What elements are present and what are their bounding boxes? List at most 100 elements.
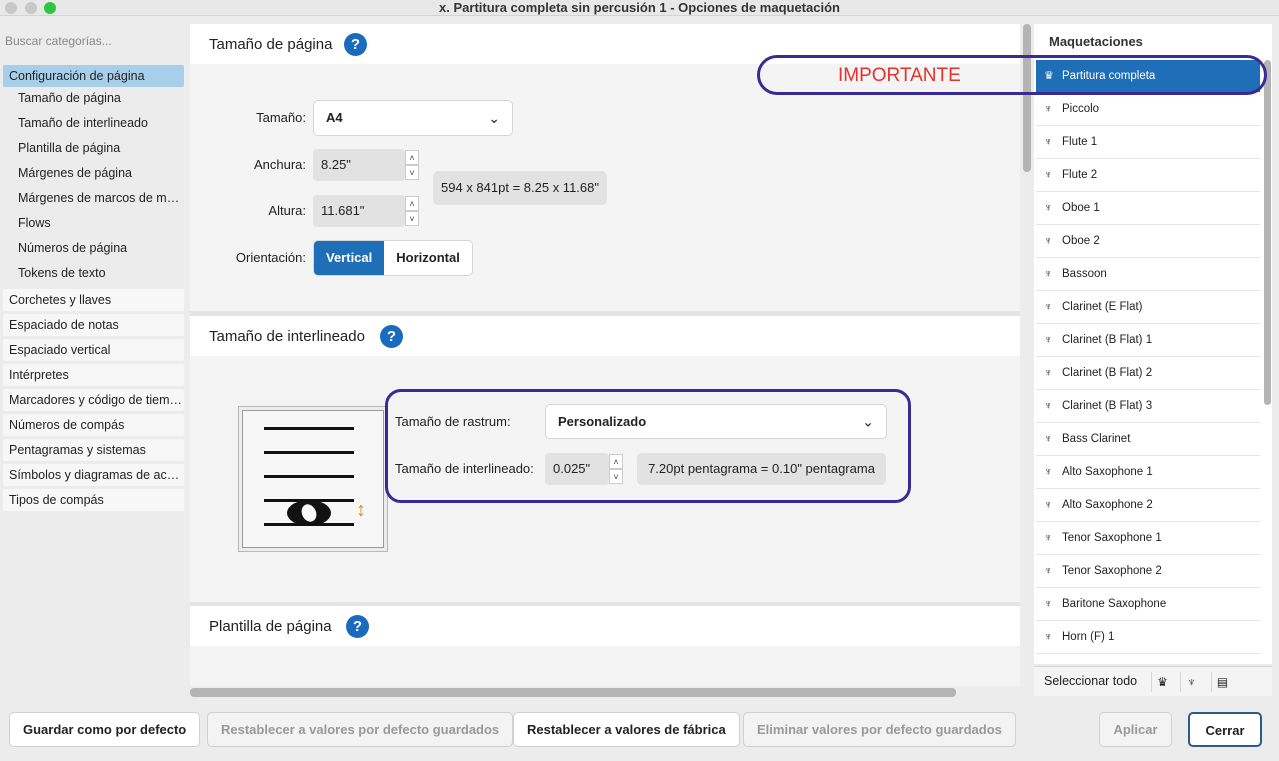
layout-item[interactable]: ♆ Baritone Saxophone [1036,588,1260,621]
page-size-body: Tamaño: A4 ⌄ Anchura: 8.25" ˄ ˅ 594 x 841… [190,64,1020,311]
layouts-panel: Maquetaciones ♛ Partitura completa ♆ Picco… [1034,24,1272,664]
category-marcadores[interactable]: Marcadores y código de tiem… [3,389,184,411]
subcategory-margenes-de-marcos[interactable]: Márgenes de marcos de mú… [18,187,184,209]
title-bar: x. Partitura completa sin percusión 1 - … [0,0,1279,16]
staff-preview-image: ↕ [238,406,388,552]
part-icon: ♆ [1044,235,1053,247]
layout-item[interactable]: ♆ Bassoon [1036,258,1260,291]
layout-item[interactable]: ♆ Tenor Saxophone 2 [1036,555,1260,588]
part-icon: ♆ [1044,103,1053,115]
custom-score-icon[interactable]: ▤ [1211,672,1233,692]
height-stepper[interactable]: ˄ ˅ [405,196,419,226]
layouts-scrollbar[interactable] [1264,60,1271,405]
search-input[interactable]: Buscar categorías... [5,34,112,48]
layout-item[interactable]: ♆ Alto Saxophone 1 [1036,456,1260,489]
layouts-title: Maquetaciones [1049,34,1143,49]
subcategory-tokens-de-texto[interactable]: Tokens de texto [18,262,184,284]
part-icon: ♆ [1044,466,1053,478]
part-icon: ♆ [1044,631,1053,643]
page-size-select[interactable]: A4 ⌄ [313,100,513,136]
part-icon: ♆ [1044,268,1053,280]
subcategory-tamano-de-pagina[interactable]: Tamaño de página [18,87,184,109]
select-all-button[interactable]: Seleccionar todo [1044,674,1137,688]
help-icon[interactable]: ? [344,33,367,56]
whole-note-icon [287,500,331,526]
subcategory-flows[interactable]: Flows [18,212,184,234]
part-icon: ♆ [1044,334,1053,346]
subcategory-numeros-de-pagina[interactable]: Números de página [18,237,184,259]
category-simbolos-y-diagramas[interactable]: Símbolos y diagramas de ac… [3,464,184,486]
size-label: Tamaño: [256,110,306,125]
layout-item[interactable]: ♆ Oboe 2 [1036,225,1260,258]
main-horizontal-scrollbar[interactable] [190,688,956,697]
chevron-down-icon: ⌄ [488,110,500,126]
width-stepper[interactable]: ˄ ˅ [405,150,419,180]
part-icon: ♆ [1044,499,1053,511]
page-template-body [190,646,1020,686]
part-icon: ♆ [1044,169,1053,181]
reset-saved-defaults-button[interactable]: Restablecer a valores por defecto guarda… [207,712,514,747]
full-score-icon[interactable]: ♛ [1151,672,1173,692]
page-template-header: Plantilla de página ? [190,606,1020,646]
part-icon: ♆ [1044,367,1053,379]
layout-item[interactable]: ♆ Bass Clarinet [1036,423,1260,456]
part-icon: ♆ [1044,400,1053,412]
layout-item[interactable]: ♆ Piccolo [1036,93,1260,126]
layout-item[interactable]: ♆ Clarinet (B Flat) 3 [1036,390,1260,423]
dimensions-info: 594 x 841pt = 8.25 x 11.68" [433,171,607,205]
layout-item[interactable]: ♆ Clarinet (B Flat) 1 [1036,324,1260,357]
help-icon[interactable]: ? [346,615,369,638]
category-interpretes[interactable]: Intérpretes [3,364,184,386]
apply-button[interactable]: Aplicar [1099,712,1172,747]
important-annotation-outline [757,55,1267,95]
layout-item[interactable]: ♆ Oboe 1 [1036,192,1260,225]
category-corchetes-y-llaves[interactable]: Corchetes y llaves [3,289,184,311]
subcategory-margenes-de-pagina[interactable]: Márgenes de página [18,162,184,184]
width-field[interactable]: 8.25" [313,149,405,181]
layout-item[interactable]: ♆ Alto Saxophone 2 [1036,489,1260,522]
layout-item[interactable]: ♆ Tenor Saxophone 1 [1036,522,1260,555]
page-size-heading: Tamaño de página [209,36,333,53]
layout-item[interactable]: ♆ Clarinet (E Flat) [1036,291,1260,324]
subcategory-plantilla-de-pagina[interactable]: Plantilla de página [18,137,184,159]
staff-size-header: Tamaño de interlineado ? [190,316,1020,356]
part-icon[interactable]: ♆ [1180,672,1202,692]
window-title: x. Partitura completa sin percusión 1 - … [439,0,840,15]
height-field[interactable]: 11.681" [313,195,405,227]
resize-arrow-icon: ↕ [356,499,366,521]
delete-saved-defaults-button[interactable]: Eliminar valores por defecto guardados [743,712,1016,747]
page-template-heading: Plantilla de página [209,618,332,635]
reset-factory-button[interactable]: Restablecer a valores de fábrica [513,712,740,747]
part-icon: ♆ [1044,598,1053,610]
close-button[interactable]: Cerrar [1188,712,1262,747]
category-numeros-de-compas[interactable]: Números de compás [3,414,184,436]
category-tipos-de-compas[interactable]: Tipos de compás [3,489,184,511]
category-configuracion-de-pagina[interactable]: Configuración de página [3,65,184,87]
orientation-toggle[interactable]: Vertical Horizontal [313,240,473,276]
part-icon: ♆ [1044,532,1053,544]
category-espaciado-vertical[interactable]: Espaciado vertical [3,339,184,361]
part-icon: ♆ [1044,136,1053,148]
orientation-horizontal-button[interactable]: Horizontal [384,241,472,275]
page-size-value: A4 [326,110,343,125]
layout-item[interactable]: ♆ Horn (F) 1 [1036,621,1260,654]
save-as-default-button[interactable]: Guardar como por defecto [9,712,201,747]
layout-item[interactable]: ♆ Flute 1 [1036,126,1260,159]
help-icon[interactable]: ? [380,325,403,348]
category-espaciado-de-notas[interactable]: Espaciado de notas [3,314,184,336]
height-label: Altura: [268,203,306,218]
part-icon: ♆ [1044,202,1053,214]
category-pentagramas-y-sistemas[interactable]: Pentagramas y sistemas [3,439,184,461]
layout-item[interactable]: ♆ Flute 2 [1036,159,1260,192]
category-sidebar: Buscar categorías... Configuración de pá… [0,24,188,694]
annotation-highlight-box [385,389,911,503]
part-icon: ♆ [1044,565,1053,577]
important-annotation-text: IMPORTANTE [838,65,961,86]
subcategory-tamano-de-interlineado[interactable]: Tamaño de interlineado [18,112,184,134]
orientation-vertical-button[interactable]: Vertical [314,241,385,275]
main-vertical-scrollbar[interactable] [1023,24,1031,172]
dialog-footer: Guardar como por defecto Restablecer a v… [0,700,1279,761]
options-main-panel[interactable]: Tamaño de página ? Tamaño: A4 ⌄ Anchura:… [190,24,1020,686]
part-icon: ♆ [1044,301,1053,313]
layout-item[interactable]: ♆ Clarinet (B Flat) 2 [1036,357,1260,390]
